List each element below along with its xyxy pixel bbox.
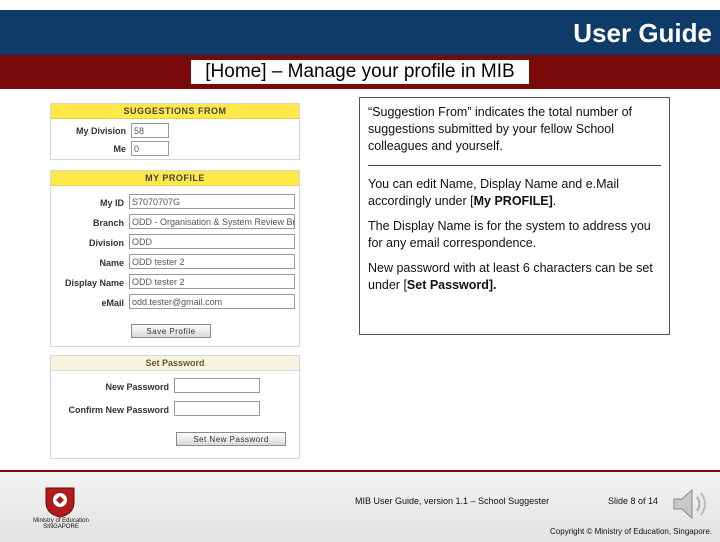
- suggestions-division-value: 58: [131, 123, 169, 138]
- ministry-logo-text: Ministry of Education SINGAPORE: [33, 518, 89, 530]
- confirm-password-input[interactable]: [174, 401, 260, 416]
- profile-name-field[interactable]: ODD tester 2: [129, 254, 295, 269]
- page-title: User Guide: [573, 18, 712, 48]
- info-edit-text: You can edit Name, Display Name and e.Ma…: [368, 177, 620, 208]
- suggestions-me-label: Me: [113, 144, 126, 154]
- save-profile-button[interactable]: Save Profile: [131, 324, 211, 338]
- subtitle-bar: [Home] – Manage your profile in MIB: [0, 55, 720, 89]
- profile-email-field[interactable]: odd.tester@gmail.com: [129, 294, 295, 309]
- profile-name-label: Name: [99, 258, 124, 268]
- suggestions-heading: SUGGESTIONS FROM: [51, 104, 299, 119]
- profile-display-name-field[interactable]: ODD tester 2: [129, 274, 295, 289]
- footer-version: MIB User Guide, version 1.1 – School Sug…: [355, 496, 550, 506]
- profile-branch-label: Branch: [92, 218, 124, 228]
- ministry-crest-icon: [45, 487, 75, 518]
- footer: Ministry of Education SINGAPORE MIB User…: [0, 470, 720, 542]
- suggestions-division-label: My Division: [75, 126, 126, 136]
- new-password-label: New Password: [105, 382, 169, 392]
- new-password-input[interactable]: [174, 378, 260, 393]
- profile-id-field[interactable]: S7070707G: [129, 194, 295, 209]
- info-divider: [368, 165, 661, 166]
- profile-heading: MY PROFILE: [51, 171, 299, 186]
- header-bar: User Guide: [0, 10, 720, 55]
- password-panel: Set Password New Password Confirm New Pa…: [50, 355, 300, 459]
- password-heading: Set Password: [51, 356, 299, 371]
- info-callout: “Suggestion From” indicates the total nu…: [359, 97, 670, 335]
- profile-division-field[interactable]: ODD: [129, 234, 295, 249]
- page-subtitle: [Home] – Manage your profile in MIB: [191, 60, 529, 84]
- info-password-text: New password with at least 6 characters …: [368, 261, 653, 292]
- footer-copyright: Copyright © Ministry of Education, Singa…: [550, 527, 712, 536]
- profile-division-label: Division: [88, 238, 124, 248]
- profile-branch-field[interactable]: ODD - Organisation & System Review Br: [129, 214, 295, 229]
- suggestions-panel: SUGGESTIONS FROM My Division 58 Me 0: [50, 103, 300, 160]
- suggestions-me-value: 0: [131, 141, 169, 156]
- profile-email-label: eMail: [101, 298, 124, 308]
- info-suggestion-text: “Suggestion From” indicates the total nu…: [368, 105, 633, 153]
- set-password-button[interactable]: Set New Password: [176, 432, 286, 446]
- footer-slide-number: Slide 8 of 14: [608, 496, 659, 506]
- profile-panel: MY PROFILE My ID S7070707G Branch ODD - …: [50, 170, 300, 347]
- profile-id-label: My ID: [99, 198, 124, 208]
- profile-display-name-label: Display Name: [64, 278, 124, 288]
- confirm-password-label: Confirm New Password: [68, 405, 169, 415]
- speaker-icon[interactable]: [668, 484, 714, 524]
- info-display-name-text: The Display Name is for the system to ad…: [368, 219, 651, 250]
